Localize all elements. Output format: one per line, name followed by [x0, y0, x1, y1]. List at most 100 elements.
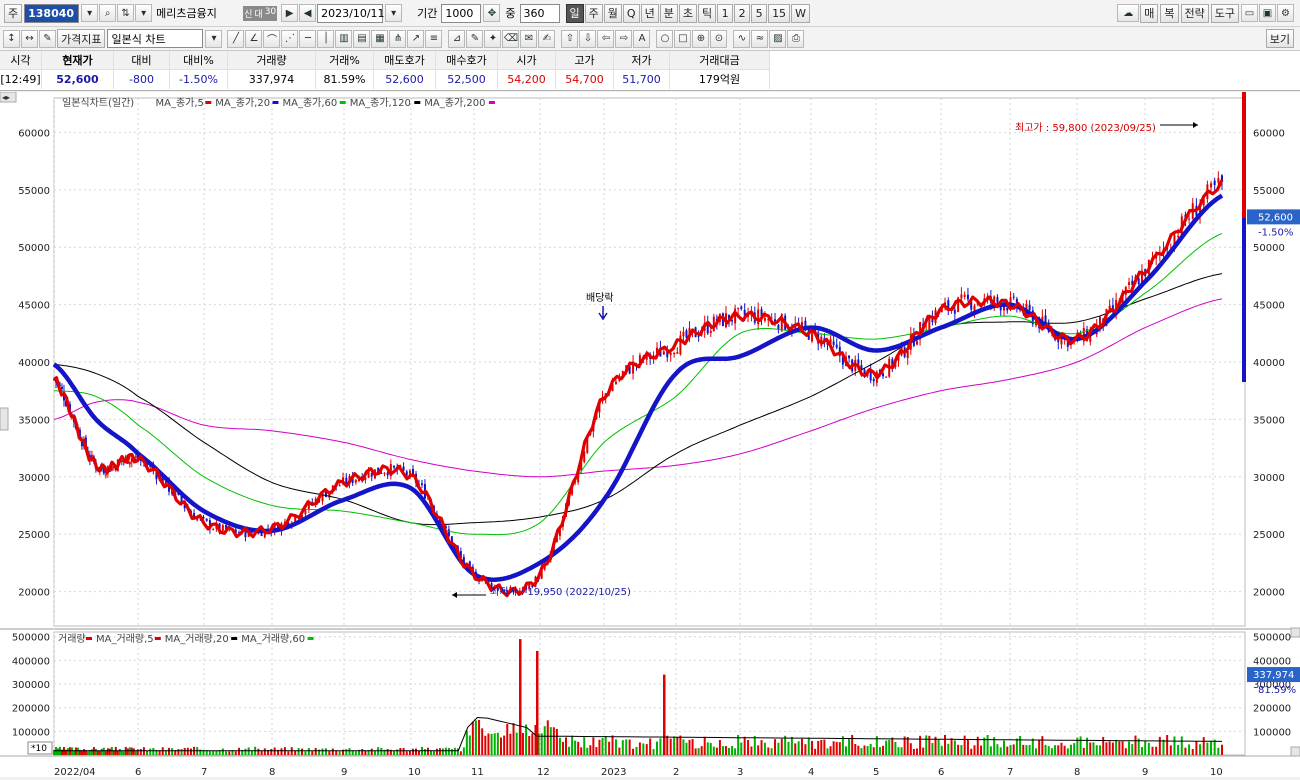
pencil-tool-icon[interactable]: ✎: [466, 29, 484, 48]
volume-bar: [638, 742, 641, 755]
volume-bar: [1151, 746, 1154, 755]
candle-body: [1217, 178, 1220, 183]
timeframe-button[interactable]: W: [791, 3, 810, 23]
multi-button[interactable]: 복: [1160, 3, 1179, 23]
quote-header-cell: 고가: [556, 51, 614, 70]
chart-type-select[interactable]: 일본식 차트: [107, 29, 204, 48]
timeframe-button[interactable]: 월: [603, 3, 622, 23]
period-input[interactable]: 1000: [441, 3, 482, 23]
timeframe-button[interactable]: 2: [734, 3, 751, 23]
timeframe-button[interactable]: 1: [717, 3, 734, 23]
folder-icon[interactable]: ▭: [1241, 4, 1258, 22]
stock-code-input[interactable]: 138040: [24, 3, 80, 23]
trend-line-tool-icon[interactable]: ↗: [407, 29, 425, 48]
up-tool-icon[interactable]: ⇧: [561, 29, 579, 48]
grid-tool-icon[interactable]: ▥: [335, 29, 353, 48]
tools-button[interactable]: 도구: [1210, 3, 1239, 23]
save-icon[interactable]: ▣: [1259, 4, 1276, 22]
volume-bar: [709, 742, 712, 755]
play-icon[interactable]: ▶: [281, 4, 299, 22]
fork-tool-icon[interactable]: ⋔: [389, 29, 407, 48]
date-input[interactable]: 2023/10/11: [317, 3, 385, 23]
volume-bar: [74, 747, 77, 755]
timeframe-button[interactable]: 5: [751, 3, 768, 23]
overlap-input[interactable]: 360: [519, 3, 560, 23]
angle-tool-icon[interactable]: ∠: [245, 29, 263, 48]
fibonacci-tool-icon[interactable]: ≡: [425, 29, 443, 48]
timeframe-button[interactable]: 주: [584, 3, 603, 23]
search-icon[interactable]: ⌕: [99, 4, 117, 22]
zoom-tool-icon[interactable]: ⊕: [692, 29, 710, 48]
volume-bar: [618, 747, 621, 755]
left-tool-icon[interactable]: ⇦: [597, 29, 615, 48]
print-tool-icon[interactable]: ⎙: [787, 29, 805, 48]
volume-bar: [718, 739, 721, 755]
channel-tool-icon[interactable]: ▤: [353, 29, 371, 48]
timeframe-button[interactable]: Q: [622, 3, 640, 23]
volume-bar: [130, 747, 133, 755]
volume-bar: [1057, 745, 1060, 755]
image-tool-icon[interactable]: ▨: [769, 29, 787, 48]
volume-bar: [118, 748, 121, 755]
timeframe-button[interactable]: 일: [565, 3, 584, 23]
candle-body: [134, 456, 137, 458]
volume-bar: [922, 747, 925, 755]
wave2-tool-icon[interactable]: ≈: [751, 29, 769, 48]
vertical-line-tool-icon[interactable]: │: [317, 29, 335, 48]
volume-bar: [468, 735, 471, 755]
strategy-button[interactable]: 전략: [1180, 3, 1209, 23]
dropdown-arrow-icon[interactable]: ▾: [205, 29, 223, 48]
market-select[interactable]: 주: [4, 3, 23, 23]
timeframe-button[interactable]: 15: [768, 3, 791, 23]
volume-bar: [894, 741, 897, 755]
volume-bar: [1217, 747, 1220, 755]
volume-bar: [1050, 748, 1053, 755]
buy-button[interactable]: 매: [1140, 3, 1159, 23]
volume-bar: [314, 747, 317, 755]
right-tool-icon[interactable]: ⇨: [615, 29, 633, 48]
target-tool-icon[interactable]: ⊙: [710, 29, 728, 48]
dropdown-arrow-icon[interactable]: ▾: [135, 4, 153, 22]
volume-bar: [1063, 745, 1066, 755]
memo-tool-icon[interactable]: ✍: [538, 29, 556, 48]
text-tool-icon[interactable]: A: [633, 29, 651, 48]
horizontal-arrow-icon[interactable]: ↔: [21, 29, 38, 48]
volume-bar: [571, 735, 574, 755]
down-tool-icon[interactable]: ⇩: [579, 29, 597, 48]
sort-icon[interactable]: ⇅: [117, 4, 135, 22]
timeframe-button[interactable]: 틱: [697, 3, 717, 23]
timeframe-button[interactable]: 초: [678, 3, 697, 23]
stock-chart[interactable]: 60000 6000055000 5500050000 5000045000 45000…: [0, 91, 1300, 778]
dropdown-arrow-icon[interactable]: ▾: [81, 4, 99, 22]
price-indicator-button[interactable]: 가격지표: [57, 29, 106, 48]
drawing-toolbar: ↕ ↔ ✎ 가격지표 일본식 차트 ▾ ╱ ∠ ⌒ ⋰ ─ │ ▥ ▤ ▦ ⋔ ↗ ≡ ⊿ ✎ ✦ ⌫ ✉ ✍ ⇧ ⇩…: [0, 27, 1300, 51]
horizontal-line-tool-icon[interactable]: ─: [299, 29, 317, 48]
volume-bar: [380, 747, 383, 755]
cloud-icon[interactable]: ☁: [1117, 4, 1140, 22]
circle-tool-icon[interactable]: ○: [656, 29, 674, 48]
spin-icon[interactable]: ✥: [483, 4, 501, 22]
marker-tool-icon[interactable]: ✦: [484, 29, 502, 48]
note-tool-icon[interactable]: ✉: [520, 29, 538, 48]
fan-tool-icon[interactable]: ⋰: [281, 29, 299, 48]
settings-icon[interactable]: ⚙: [1277, 4, 1294, 22]
volume-tick-right: 500000: [1253, 633, 1291, 644]
arc-tool-icon[interactable]: ⌒: [263, 29, 281, 48]
volume-bar: [860, 748, 863, 755]
volume-bar: [685, 742, 688, 755]
vertical-arrow-icon[interactable]: ↕: [3, 29, 20, 48]
view-button[interactable]: 보기: [1265, 29, 1294, 48]
volume-bar: [586, 747, 589, 755]
rectangle-tool-icon[interactable]: □: [674, 29, 692, 48]
eraser-tool-icon[interactable]: ⌫: [502, 29, 520, 48]
volume-bar: [561, 741, 564, 755]
calendar-dropdown-icon[interactable]: ▾: [385, 4, 403, 22]
timeframe-button[interactable]: 분: [659, 3, 678, 23]
wave-tool-icon[interactable]: ∿: [733, 29, 751, 48]
table-tool-icon[interactable]: ▦: [371, 29, 389, 48]
timeframe-button[interactable]: 년: [640, 3, 659, 23]
gann-tool-icon[interactable]: ⊿: [448, 29, 466, 48]
line-tool-icon[interactable]: ╱: [227, 29, 245, 48]
back-icon[interactable]: ◀: [299, 4, 317, 22]
edit-icon[interactable]: ✎: [39, 29, 56, 48]
